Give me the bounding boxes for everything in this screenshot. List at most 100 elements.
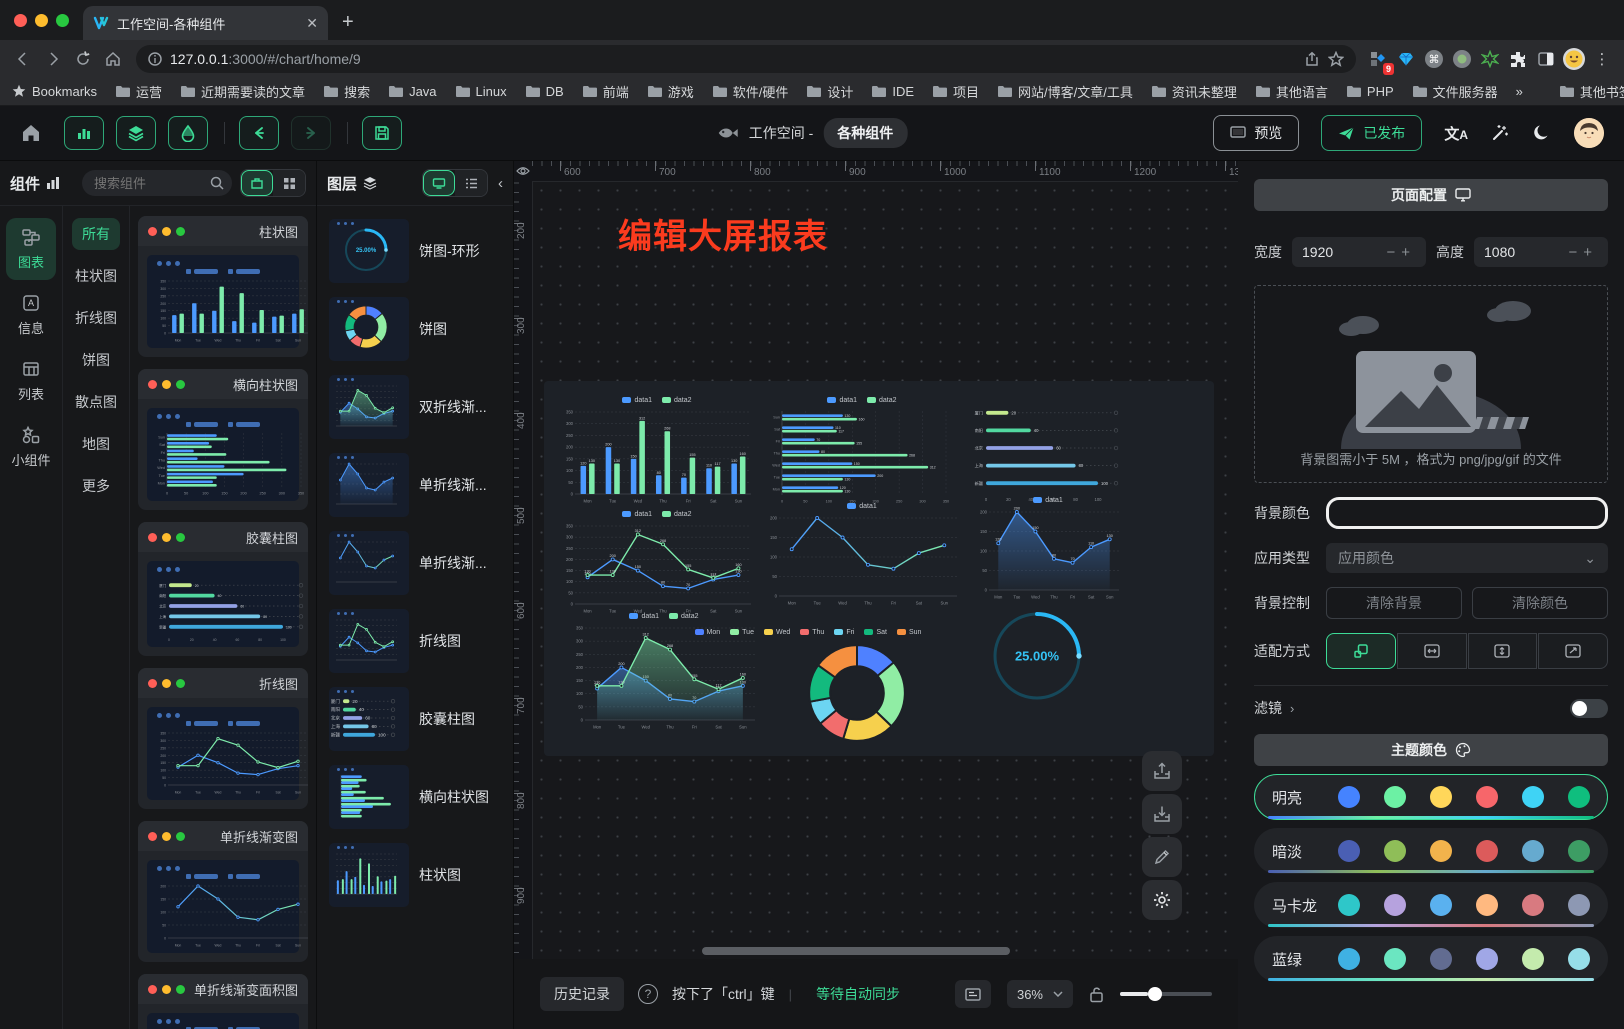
component-card[interactable]: 横向柱状图050100150200250300350SunSatFriThuWe…	[138, 369, 308, 510]
layer-item[interactable]: 单折线渐...	[325, 524, 505, 602]
category-item-1[interactable]: 柱状图	[65, 260, 127, 292]
language-icon[interactable]: 文A	[1444, 123, 1468, 144]
theme-color-dot[interactable]	[1338, 840, 1360, 862]
theme-color-dot[interactable]	[1384, 840, 1406, 862]
collapse-panel-icon[interactable]: ‹	[498, 175, 503, 192]
category-item-6[interactable]: 更多	[72, 470, 120, 502]
fit-height-button[interactable]	[1468, 633, 1538, 669]
details-panel-icon[interactable]	[955, 980, 991, 1008]
chevron-right-icon[interactable]: ›	[1290, 701, 1294, 716]
editor-canvas[interactable]: 6007008009001000110012001300 20030040050…	[514, 161, 1238, 1029]
layer-item[interactable]: 25.00%饼图-环形	[325, 212, 505, 290]
theme-row-3[interactable]: 蓝绿	[1254, 936, 1608, 982]
fit-stretch-button[interactable]	[1538, 633, 1608, 669]
bookmark-folder-12[interactable]: 网站/博客/文章/工具	[997, 82, 1133, 101]
extension-record-icon[interactable]	[1450, 47, 1474, 71]
project-name[interactable]: 各种组件	[823, 118, 907, 148]
component-search[interactable]	[82, 170, 232, 196]
layer-item[interactable]: 柱状图	[325, 836, 505, 914]
bookmark-folder-1[interactable]: 近期需要读的文章	[180, 82, 305, 101]
theme-color-dot[interactable]	[1430, 840, 1452, 862]
sidebar-item-3[interactable]: 小组件	[6, 416, 56, 478]
theme-color-dot[interactable]	[1568, 948, 1590, 970]
theme-color-dot[interactable]	[1568, 894, 1590, 916]
bookmark-folder-13[interactable]: 资讯未整理	[1151, 82, 1237, 101]
app-type-select[interactable]: 应用颜色⌄	[1326, 543, 1608, 573]
layer-thumbnail-view-toggle[interactable]	[423, 170, 455, 196]
canvas-chart-ring[interactable]: 25.00%	[987, 606, 1087, 706]
extension-star-icon[interactable]	[1478, 47, 1502, 71]
bookmark-folder-4[interactable]: Linux	[455, 84, 507, 99]
component-card[interactable]: 单折线渐变图050100150200MonTueWedThuFriSatSun	[138, 821, 308, 962]
theme-color-dot[interactable]	[1476, 948, 1498, 970]
canvas-chart-bar-dual[interactable]: data1data2050100150200250300350MonTueWed…	[558, 393, 756, 505]
theme-drop-button[interactable]	[168, 116, 208, 150]
theme-color-dot[interactable]	[1568, 786, 1590, 808]
forward-icon[interactable]	[40, 46, 66, 72]
redo-button[interactable]	[291, 116, 331, 150]
bg-color-swatch[interactable]	[1326, 497, 1608, 529]
publish-button[interactable]: 已发布	[1321, 115, 1422, 151]
layers-mode-button[interactable]	[116, 116, 156, 150]
layer-item[interactable]: 单折线渐...	[325, 446, 505, 524]
bookmark-folder-16[interactable]: 文件服务器	[1412, 82, 1498, 101]
settings-gear-icon[interactable]	[1142, 880, 1182, 920]
dark-mode-moon-icon[interactable]	[1532, 123, 1552, 143]
extension-gem-icon[interactable]	[1394, 47, 1418, 71]
canvas-chart-line-gradient[interactable]: data1050100150200MonTueWedThuFriSatSun	[762, 499, 962, 607]
layer-item[interactable]: 双折线渐...	[325, 368, 505, 446]
layer-list-view-toggle[interactable]	[455, 170, 487, 196]
share-icon[interactable]	[1304, 51, 1320, 67]
theme-color-dot[interactable]	[1522, 894, 1544, 916]
theme-color-dot[interactable]	[1476, 894, 1498, 916]
theme-color-dot[interactable]	[1384, 894, 1406, 916]
magic-wand-icon[interactable]	[1490, 123, 1510, 143]
help-icon[interactable]: ?	[638, 984, 658, 1004]
category-item-0[interactable]: 所有	[72, 218, 120, 250]
close-tab-icon[interactable]: ✕	[306, 15, 318, 32]
bookmark-folder-3[interactable]: Java	[388, 84, 436, 99]
bookmark-other-bookmarks[interactable]: 其他书签	[1559, 82, 1624, 101]
grid-view-toggle[interactable]	[273, 170, 305, 196]
bookmark-folder-5[interactable]: DB	[525, 84, 564, 99]
clear-background-button[interactable]: 清除背景	[1326, 587, 1462, 619]
window-controls[interactable]	[0, 14, 83, 40]
bookmark-folder-10[interactable]: IDE	[871, 84, 914, 99]
filter-toggle[interactable]	[1570, 699, 1608, 718]
category-item-2[interactable]: 折线图	[65, 302, 127, 334]
layer-item[interactable]: 饼图	[325, 290, 505, 368]
zoom-slider[interactable]	[1120, 992, 1212, 996]
extension-command-icon[interactable]: ⌘	[1422, 47, 1446, 71]
height-stepper[interactable]: 1080−+	[1474, 237, 1608, 267]
chart-mode-button[interactable]	[64, 116, 104, 150]
theme-color-dot[interactable]	[1522, 948, 1544, 970]
bookmark-star-icon[interactable]	[1328, 51, 1344, 67]
lock-icon[interactable]	[1089, 986, 1104, 1003]
theme-color-dot[interactable]	[1476, 840, 1498, 862]
user-avatar[interactable]	[1574, 118, 1604, 148]
extensions-puzzle-icon[interactable]	[1506, 47, 1530, 71]
sidebar-item-1[interactable]: A信息	[6, 284, 56, 346]
new-tab-button[interactable]: +	[342, 11, 354, 34]
back-icon[interactable]	[10, 46, 36, 72]
theme-row-2[interactable]: 马卡龙	[1254, 882, 1608, 928]
theme-color-header[interactable]: 主题颜色	[1254, 734, 1608, 766]
bookmark-folder-2[interactable]: 搜索	[323, 82, 370, 101]
site-info-icon[interactable]	[148, 52, 162, 66]
theme-row-0[interactable]: 明亮	[1254, 774, 1608, 820]
theme-color-dot[interactable]	[1384, 948, 1406, 970]
canvas-chart-area-single[interactable]: data1050100150200MonTueWedThuFriSatSun12…	[972, 493, 1124, 601]
bookmark-folder-9[interactable]: 设计	[806, 82, 853, 101]
bookmark-folder-11[interactable]: 项目	[932, 82, 979, 101]
theme-color-dot[interactable]	[1522, 840, 1544, 862]
sidebar-item-2[interactable]: 列表	[6, 350, 56, 412]
bookmark-folder-7[interactable]: 游戏	[647, 82, 694, 101]
stepper-minus-plus[interactable]: −+	[1568, 244, 1598, 261]
theme-color-dot[interactable]	[1338, 894, 1360, 916]
canvas-text-title[interactable]: 编辑大屏报表	[618, 209, 828, 258]
theme-color-dot[interactable]	[1430, 786, 1452, 808]
sidebar-item-0[interactable]: 图表	[6, 218, 56, 280]
bookmark-folder-15[interactable]: PHP	[1346, 84, 1394, 99]
preview-button[interactable]: 预览	[1213, 115, 1299, 151]
layer-item[interactable]: 横向柱状图	[325, 758, 505, 836]
